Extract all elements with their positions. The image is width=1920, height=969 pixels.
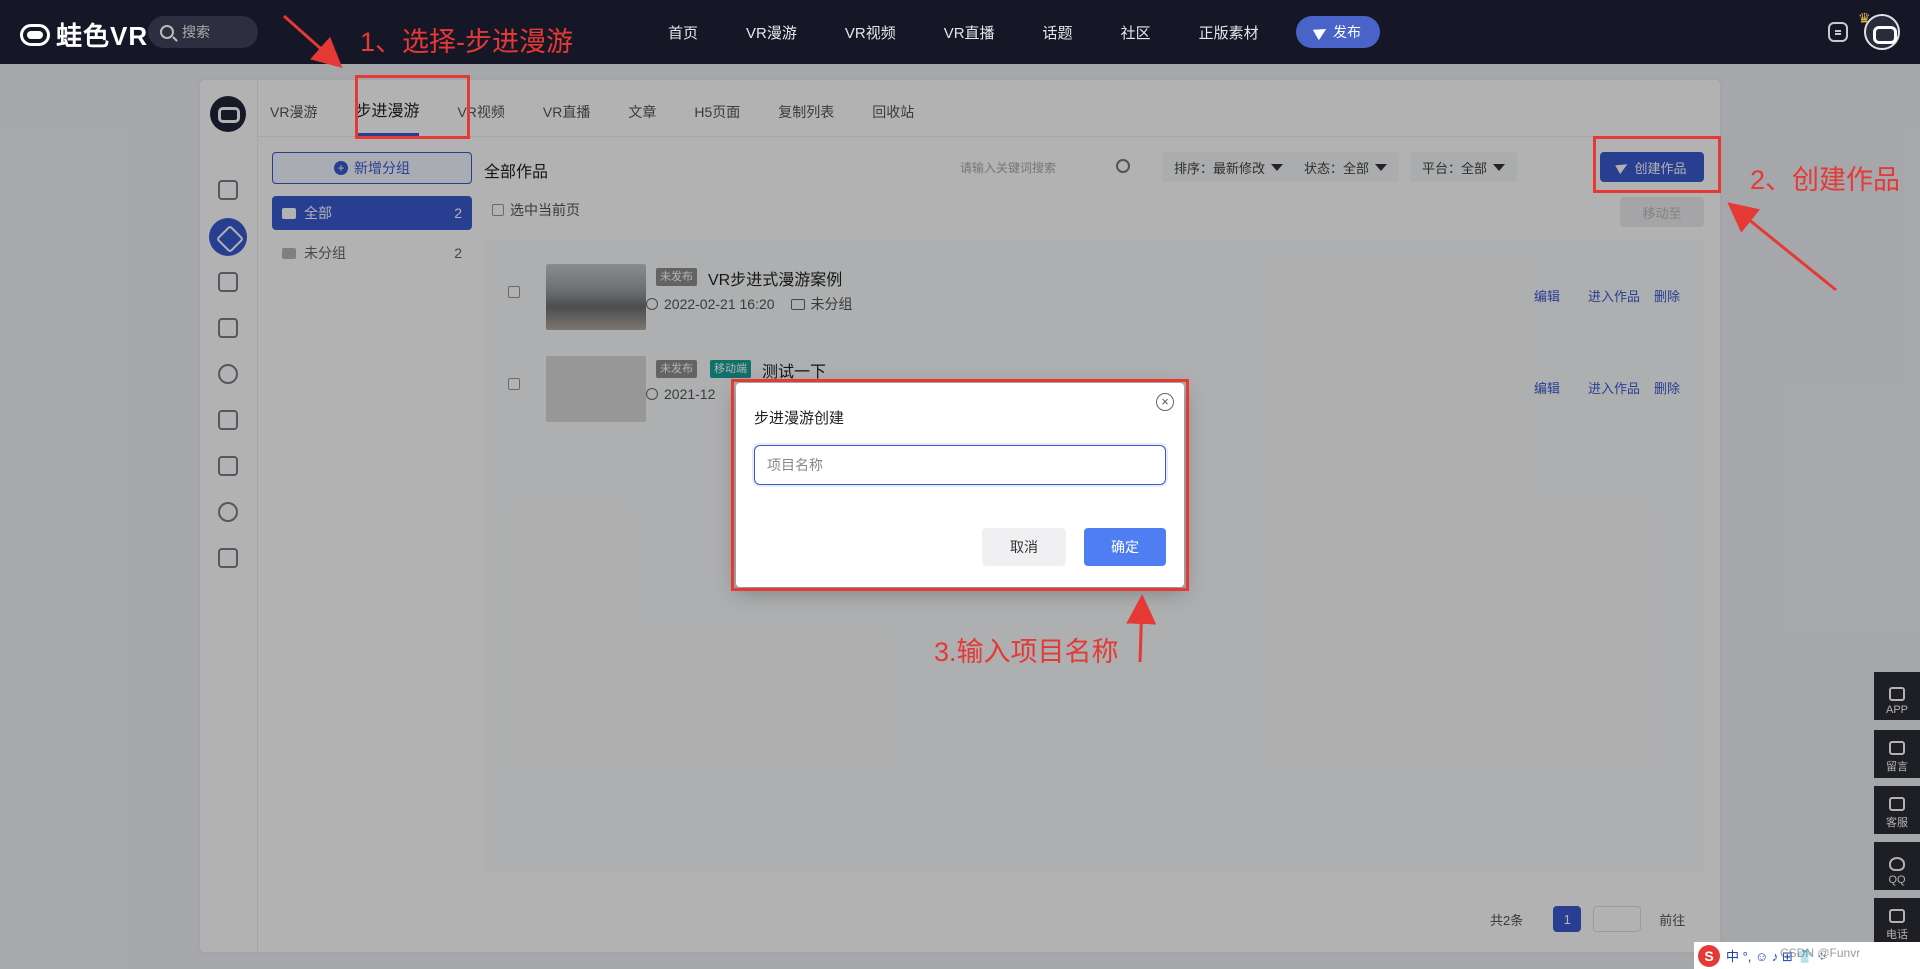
nav-home[interactable]: 首页: [668, 22, 698, 43]
nav-topics[interactable]: 话题: [1043, 22, 1073, 43]
top-navbar: 蛙色VR 搜索 首页 VR漫游 VR视频 VR直播 话题 社区 正版素材 发布 …: [0, 0, 1920, 64]
search-icon: [160, 25, 174, 39]
top-search-button[interactable]: 搜索: [148, 16, 258, 48]
logo-icon: [20, 23, 50, 46]
nav-assets[interactable]: 正版素材: [1199, 22, 1259, 43]
nav-vr-video[interactable]: VR视频: [845, 22, 896, 43]
project-name-input[interactable]: [754, 445, 1166, 485]
step-tour-create-dialog: 步进漫游创建 × 取消 确定: [736, 383, 1184, 587]
main-nav: 首页 VR漫游 VR视频 VR直播 话题 社区 正版素材: [668, 0, 1307, 64]
annotation-step2: 2、创建作品: [1750, 165, 1901, 195]
publish-button[interactable]: 发布: [1296, 16, 1380, 48]
annotation-step1: 1、选择-步进漫游: [360, 27, 574, 57]
paper-plane-icon: [1312, 23, 1330, 41]
watermark: CSDN @Funvr: [1780, 946, 1861, 960]
message-icon[interactable]: [1828, 22, 1848, 42]
logo-text: 蛙色VR: [56, 21, 149, 51]
confirm-button[interactable]: 确定: [1084, 528, 1166, 566]
nav-vr-live[interactable]: VR直播: [944, 22, 995, 43]
ime-logo: S: [1698, 944, 1720, 967]
cancel-button[interactable]: 取消: [982, 528, 1066, 566]
annotation-step3: 3.输入项目名称: [934, 637, 1119, 667]
publish-label: 发布: [1333, 24, 1361, 40]
dialog-title: 步进漫游创建: [754, 410, 845, 427]
crown-icon: ♛: [1858, 10, 1871, 26]
nav-community[interactable]: 社区: [1121, 22, 1151, 43]
top-search-label: 搜索: [182, 24, 210, 40]
close-icon[interactable]: ×: [1156, 393, 1174, 411]
site-logo[interactable]: 蛙色VR: [20, 16, 148, 53]
nav-vr-tour[interactable]: VR漫游: [746, 22, 797, 43]
